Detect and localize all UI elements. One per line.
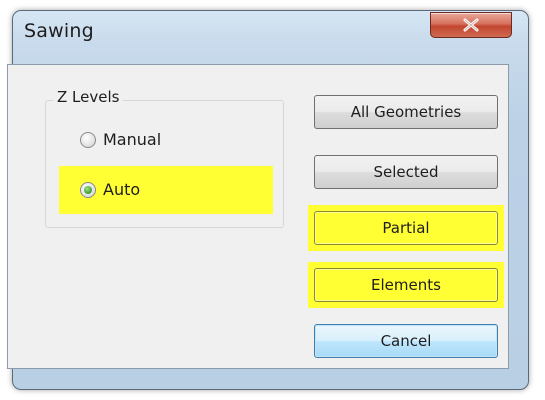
dialog-title: Sawing	[24, 20, 94, 42]
radio-auto[interactable]: Auto	[80, 180, 140, 199]
partial-button[interactable]: Partial	[314, 211, 498, 245]
all-geometries-button[interactable]: All Geometries	[314, 95, 498, 129]
selected-button[interactable]: Selected	[314, 155, 498, 189]
elements-button[interactable]: Elements	[314, 268, 498, 302]
radio-button-checked-icon[interactable]	[80, 181, 96, 198]
close-icon	[463, 18, 479, 32]
cancel-button[interactable]: Cancel	[314, 324, 498, 358]
radio-manual[interactable]: Manual	[80, 130, 161, 149]
radio-button-icon[interactable]	[80, 131, 96, 148]
z-levels-label: Z Levels	[53, 88, 124, 106]
radio-manual-label: Manual	[103, 130, 162, 149]
close-button[interactable]	[430, 12, 512, 38]
radio-auto-label: Auto	[103, 180, 141, 199]
